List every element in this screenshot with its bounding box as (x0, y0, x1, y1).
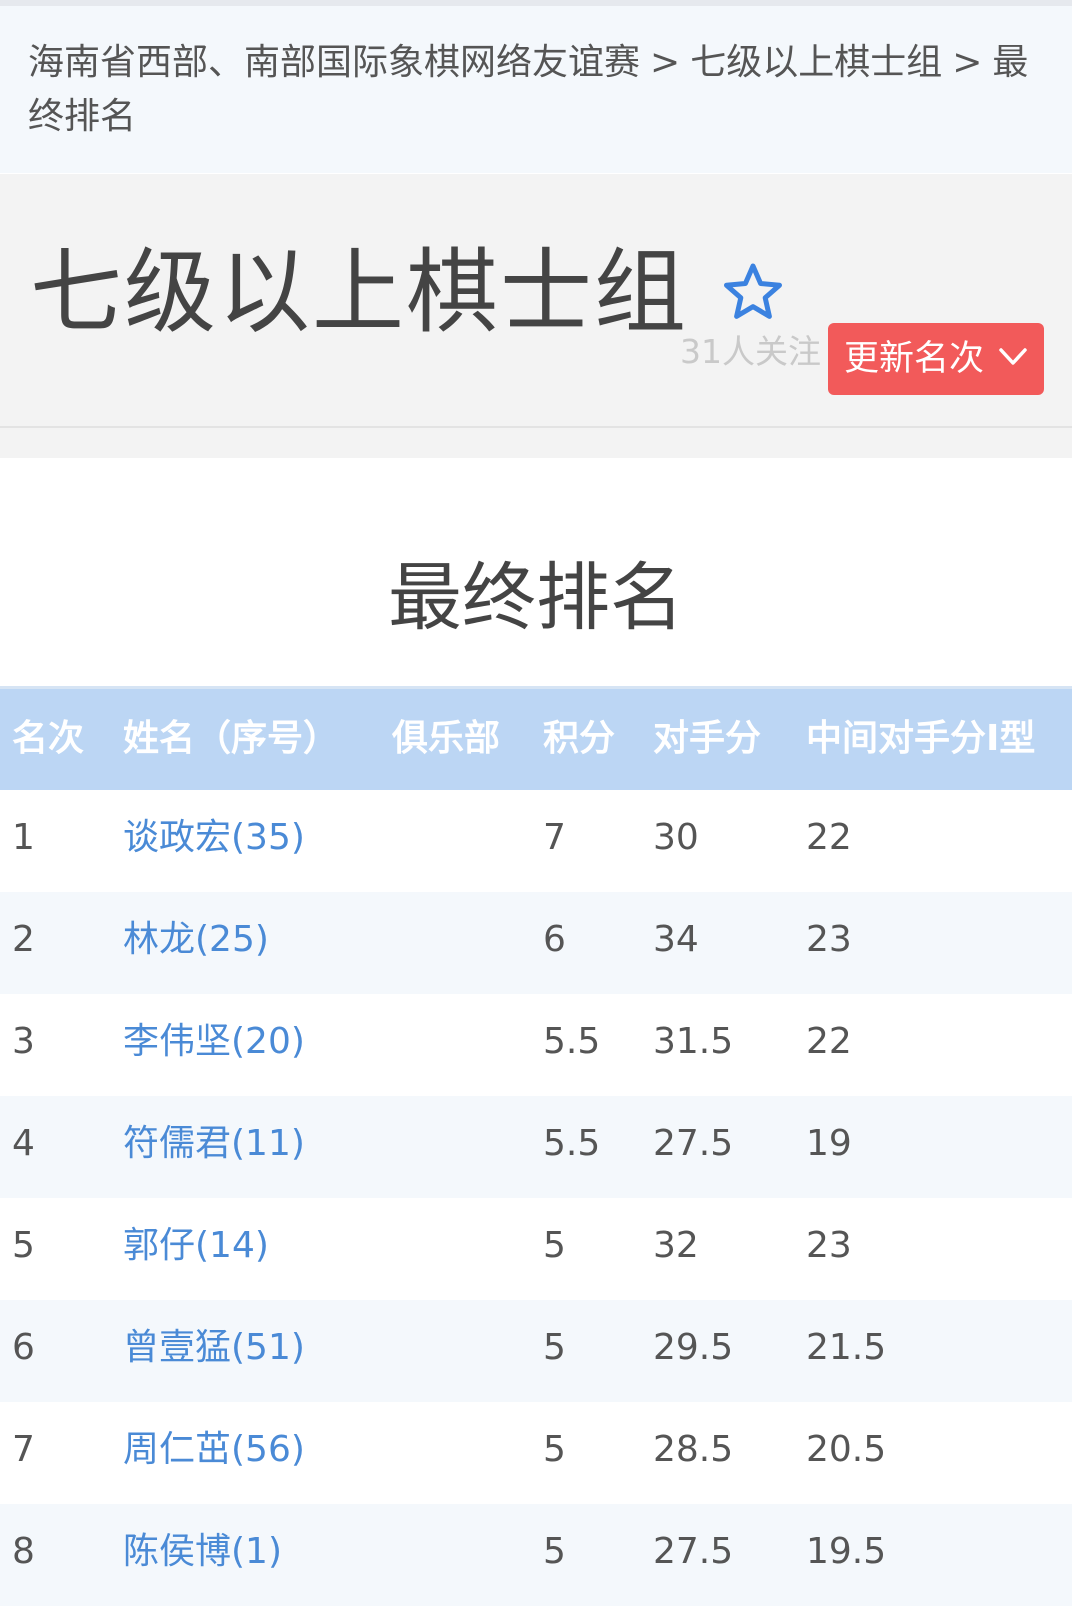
cell-rank: 8 (12, 1531, 35, 1572)
cell-score: 5 (543, 1429, 566, 1470)
cell-rank: 7 (12, 1429, 35, 1470)
cell-score: 5 (543, 1225, 566, 1266)
table-row: 2 林龙(25) 6 34 23 (0, 892, 1072, 994)
cell-score: 6 (543, 919, 566, 960)
cell-median-opponent: 19.5 (806, 1531, 887, 1572)
ranking-table: 名次 姓名（序号） 俱乐部 积分 对手分 中间对手分I型 1 谈政宏(35) 7… (0, 686, 1072, 1606)
column-header-name[interactable]: 姓名（序号） (123, 689, 339, 789)
section-title: 最终排名 (388, 555, 684, 641)
breadcrumb-item-group[interactable]: 七级以上棋士组 (690, 42, 942, 83)
breadcrumb-separator: > (650, 42, 681, 83)
cell-opponent-score: 31.5 (653, 1021, 734, 1062)
section-gap (0, 428, 1072, 458)
player-link[interactable]: 陈侯博(1) (123, 1504, 282, 1600)
cell-score: 5.5 (543, 1021, 601, 1062)
breadcrumb: 海南省西部、南部国际象棋网络友谊赛 > 七级以上棋士组 > 最终排名 (0, 6, 1072, 173)
cell-rank: 2 (12, 919, 35, 960)
cell-rank: 3 (12, 1021, 35, 1062)
table-row: 4 符儒君(11) 5.5 27.5 19 (0, 1096, 1072, 1198)
cell-score: 5 (543, 1327, 566, 1368)
table-row: 7 周仁茁(56) 5 28.5 20.5 (0, 1402, 1072, 1504)
player-link[interactable]: 谈政宏(35) (123, 790, 305, 886)
table-row: 5 郭仔(14) 5 32 23 (0, 1198, 1072, 1300)
cell-rank: 4 (12, 1123, 35, 1164)
cell-opponent-score: 32 (653, 1225, 699, 1266)
player-link[interactable]: 周仁茁(56) (123, 1402, 305, 1498)
cell-median-opponent: 22 (806, 817, 852, 858)
group-title: 七级以上棋士组 (30, 239, 689, 346)
cell-median-opponent: 22 (806, 1021, 852, 1062)
cell-rank: 6 (12, 1327, 35, 1368)
table-row: 6 曾壹猛(51) 5 29.5 21.5 (0, 1300, 1072, 1402)
star-outline-icon[interactable] (722, 262, 784, 322)
cell-median-opponent: 19 (806, 1123, 852, 1164)
cell-opponent-score: 27.5 (653, 1531, 734, 1572)
cell-median-opponent: 21.5 (806, 1327, 887, 1368)
column-header-opponent-score[interactable]: 对手分 (653, 689, 761, 789)
table-row: 8 陈侯博(1) 5 27.5 19.5 (0, 1504, 1072, 1606)
table-row: 3 李伟坚(20) 5.5 31.5 22 (0, 994, 1072, 1096)
cell-score: 5 (543, 1531, 566, 1572)
column-header-median-opponent[interactable]: 中间对手分I型 (806, 689, 1035, 789)
table-header: 名次 姓名（序号） 俱乐部 积分 对手分 中间对手分I型 (0, 686, 1072, 790)
player-link[interactable]: 郭仔(14) (123, 1198, 269, 1294)
table-row: 1 谈政宏(35) 7 30 22 (0, 790, 1072, 892)
column-header-club[interactable]: 俱乐部 (392, 689, 500, 789)
cell-median-opponent: 20.5 (806, 1429, 887, 1470)
player-link[interactable]: 林龙(25) (123, 892, 269, 988)
update-ranking-button[interactable]: 更新名次 (828, 323, 1044, 395)
player-link[interactable]: 曾壹猛(51) (123, 1300, 305, 1396)
column-header-rank[interactable]: 名次 (12, 689, 84, 789)
cell-opponent-score: 34 (653, 919, 699, 960)
breadcrumb-item-event[interactable]: 海南省西部、南部国际象棋网络友谊赛 (28, 42, 640, 83)
player-link[interactable]: 符儒君(11) (123, 1096, 305, 1192)
cell-opponent-score: 30 (653, 817, 699, 858)
cell-rank: 5 (12, 1225, 35, 1266)
chevron-down-icon (999, 348, 1027, 365)
cell-opponent-score: 29.5 (653, 1327, 734, 1368)
cell-opponent-score: 27.5 (653, 1123, 734, 1164)
column-header-score[interactable]: 积分 (543, 689, 615, 789)
cell-opponent-score: 28.5 (653, 1429, 734, 1470)
player-link[interactable]: 李伟坚(20) (123, 994, 305, 1090)
breadcrumb-separator: > (952, 42, 983, 83)
cell-score: 7 (543, 817, 566, 858)
cell-score: 5.5 (543, 1123, 601, 1164)
update-ranking-label: 更新名次 (844, 339, 985, 379)
follow-count: 31人关注 (680, 332, 821, 371)
cell-rank: 1 (12, 817, 35, 858)
cell-median-opponent: 23 (806, 919, 852, 960)
cell-median-opponent: 23 (806, 1225, 852, 1266)
